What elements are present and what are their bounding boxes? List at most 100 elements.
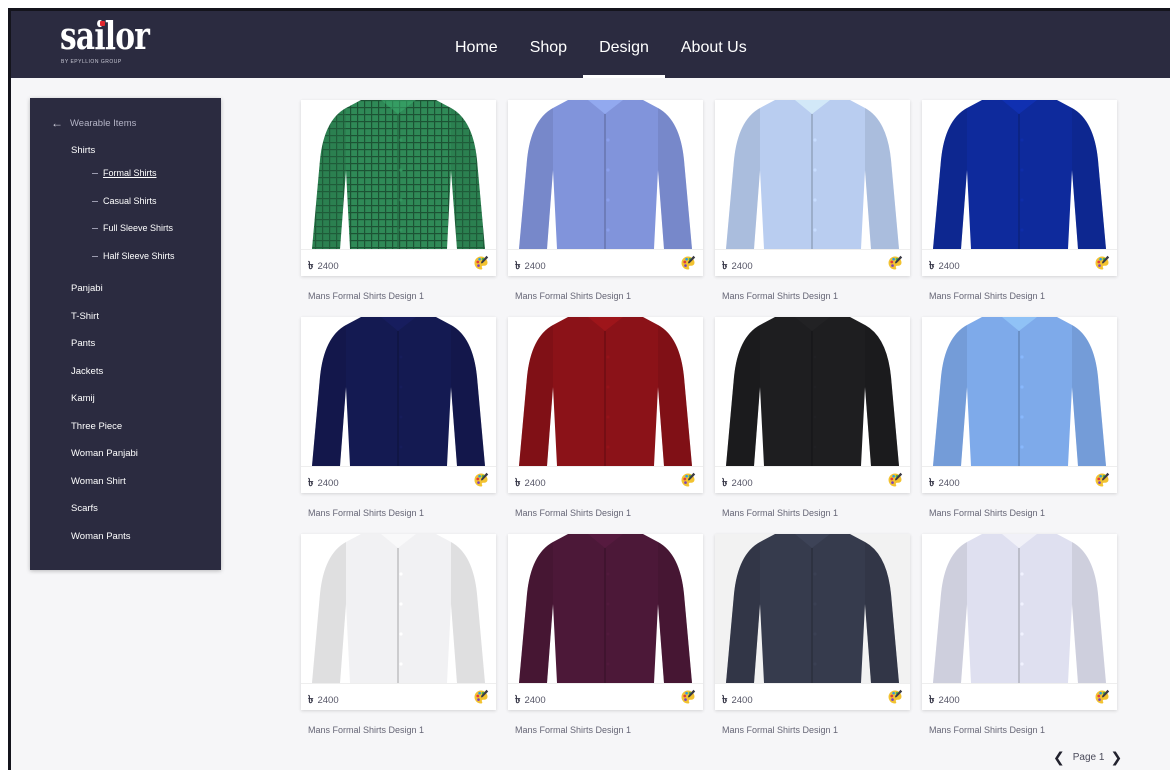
sub-label: Formal Shirts	[103, 168, 157, 178]
price-row: ৳ 2400	[301, 466, 496, 493]
product-card[interactable]: ৳ 2400	[715, 100, 910, 276]
price-row: ৳ 2400	[508, 249, 703, 276]
product-price: ৳ 2400	[515, 694, 546, 706]
sidebar-item-shirts[interactable]: Shirts	[71, 145, 95, 156]
back-label: Wearable Items	[70, 117, 137, 129]
product-photo[interactable]	[922, 534, 1117, 683]
product-photo[interactable]	[508, 317, 703, 466]
customize-palette-icon[interactable]	[680, 472, 696, 488]
product-photo[interactable]	[508, 534, 703, 683]
product-price: ৳ 2400	[722, 477, 753, 489]
customize-palette-icon[interactable]	[887, 472, 903, 488]
product-photo[interactable]	[508, 100, 703, 249]
customize-palette-icon[interactable]	[887, 689, 903, 705]
sidebar-item-woman-panjabi[interactable]: Woman Panjabi	[71, 448, 138, 459]
product-card[interactable]: ৳ 2400	[715, 534, 910, 710]
product-photo[interactable]	[922, 100, 1117, 249]
logo-tagline: BY EPYLLION GROUP	[61, 59, 122, 65]
product-photo[interactable]	[715, 534, 910, 683]
product-title[interactable]: Mans Formal Shirts Design 1	[929, 291, 1124, 301]
product-card[interactable]: ৳ 2400	[508, 317, 703, 493]
sidebar-sub-half-sleeve-shirts[interactable]: Half Sleeve Shirts	[92, 251, 175, 261]
product-card[interactable]: ৳ 2400	[922, 317, 1117, 493]
sub-label: Half Sleeve Shirts	[103, 251, 175, 261]
product-price: ৳ 2400	[515, 260, 546, 272]
nav-home[interactable]: Home	[439, 11, 514, 78]
product-title[interactable]: Mans Formal Shirts Design 1	[929, 725, 1124, 735]
sidebar-item-scarfs[interactable]: Scarfs	[71, 503, 98, 514]
product-price: ৳ 2400	[929, 694, 960, 706]
product-photo[interactable]	[301, 534, 496, 683]
customize-palette-icon[interactable]	[1094, 689, 1110, 705]
product-photo[interactable]	[301, 317, 496, 466]
product-card[interactable]: ৳ 2400	[508, 100, 703, 276]
sidebar-item-kamij[interactable]: Kamij	[71, 393, 95, 404]
price-row: ৳ 2400	[301, 249, 496, 276]
page-indicator: Page 1	[1072, 751, 1105, 763]
product-title[interactable]: Mans Formal Shirts Design 1	[308, 725, 503, 735]
customize-palette-icon[interactable]	[680, 689, 696, 705]
product-photo[interactable]	[715, 317, 910, 466]
product-title[interactable]: Mans Formal Shirts Design 1	[722, 291, 917, 301]
customize-palette-icon[interactable]	[473, 255, 489, 271]
taka-currency-icon: ৳	[722, 260, 728, 272]
sidebar-sub-casual-shirts[interactable]: Casual Shirts	[92, 196, 157, 206]
sidebar-item-woman-pants[interactable]: Woman Pants	[71, 531, 131, 542]
product-price: ৳ 2400	[722, 694, 753, 706]
product-title[interactable]: Mans Formal Shirts Design 1	[722, 508, 917, 518]
sailor-logo[interactable]: sailor BY EPYLLION GROUP	[60, 15, 150, 73]
product-card[interactable]: ৳ 2400	[922, 534, 1117, 710]
back-to-wearable-items[interactable]: ← Wearable Items	[51, 116, 136, 130]
product-photo[interactable]	[922, 317, 1117, 466]
top-navigation-bar: sailor BY EPYLLION GROUP Home Shop Desig…	[11, 11, 1170, 78]
nav-design[interactable]: Design	[583, 11, 665, 78]
product-price: ৳ 2400	[308, 694, 339, 706]
customize-palette-icon[interactable]	[1094, 255, 1110, 271]
product-card[interactable]: ৳ 2400	[508, 534, 703, 710]
sidebar-sub-formal-shirts[interactable]: Formal Shirts	[92, 168, 157, 178]
nav-shop[interactable]: Shop	[514, 11, 583, 78]
nav-about-us[interactable]: About Us	[665, 11, 763, 78]
product-card[interactable]: ৳ 2400	[301, 317, 496, 493]
sub-label: Full Sleeve Shirts	[103, 223, 174, 233]
sidebar-item-t-shirt[interactable]: T-Shirt	[71, 311, 99, 322]
customize-palette-icon[interactable]	[1094, 472, 1110, 488]
product-price: ৳ 2400	[929, 477, 960, 489]
product-card[interactable]: ৳ 2400	[301, 100, 496, 276]
sidebar-item-pants[interactable]: Pants	[71, 338, 95, 349]
arrow-left-icon: ←	[51, 116, 63, 130]
product-photo[interactable]	[715, 100, 910, 249]
taka-currency-icon: ৳	[929, 694, 935, 706]
price-row: ৳ 2400	[922, 466, 1117, 493]
product-title[interactable]: Mans Formal Shirts Design 1	[515, 725, 710, 735]
customize-palette-icon[interactable]	[887, 255, 903, 271]
dash-icon	[92, 172, 98, 174]
sidebar-item-woman-shirt[interactable]: Woman Shirt	[71, 476, 126, 487]
product-title[interactable]: Mans Formal Shirts Design 1	[929, 508, 1124, 518]
chevron-right-icon[interactable]: ❯	[1110, 750, 1122, 764]
product-title[interactable]: Mans Formal Shirts Design 1	[515, 508, 710, 518]
logo-accent-dot	[100, 21, 105, 26]
customize-palette-icon[interactable]	[473, 689, 489, 705]
product-photo[interactable]	[301, 100, 496, 249]
price-row: ৳ 2400	[508, 683, 703, 710]
product-card[interactable]: ৳ 2400	[922, 100, 1117, 276]
product-card[interactable]: ৳ 2400	[715, 317, 910, 493]
price-row: ৳ 2400	[508, 466, 703, 493]
product-title[interactable]: Mans Formal Shirts Design 1	[308, 508, 503, 518]
sidebar-item-three-piece[interactable]: Three Piece	[71, 421, 122, 432]
taka-currency-icon: ৳	[308, 694, 314, 706]
product-card[interactable]: ৳ 2400	[301, 534, 496, 710]
sidebar-item-panjabi[interactable]: Panjabi	[71, 283, 103, 294]
sidebar-item-jackets[interactable]: Jackets	[71, 366, 103, 377]
price-row: ৳ 2400	[715, 683, 910, 710]
chevron-left-icon[interactable]: ❮	[1053, 750, 1065, 764]
taka-currency-icon: ৳	[515, 694, 521, 706]
product-title[interactable]: Mans Formal Shirts Design 1	[515, 291, 710, 301]
customize-palette-icon[interactable]	[680, 255, 696, 271]
sidebar-sub-full-sleeve-shirts[interactable]: Full Sleeve Shirts	[92, 223, 173, 233]
product-title[interactable]: Mans Formal Shirts Design 1	[308, 291, 503, 301]
sub-label: Casual Shirts	[103, 196, 157, 206]
product-title[interactable]: Mans Formal Shirts Design 1	[722, 725, 917, 735]
customize-palette-icon[interactable]	[473, 472, 489, 488]
